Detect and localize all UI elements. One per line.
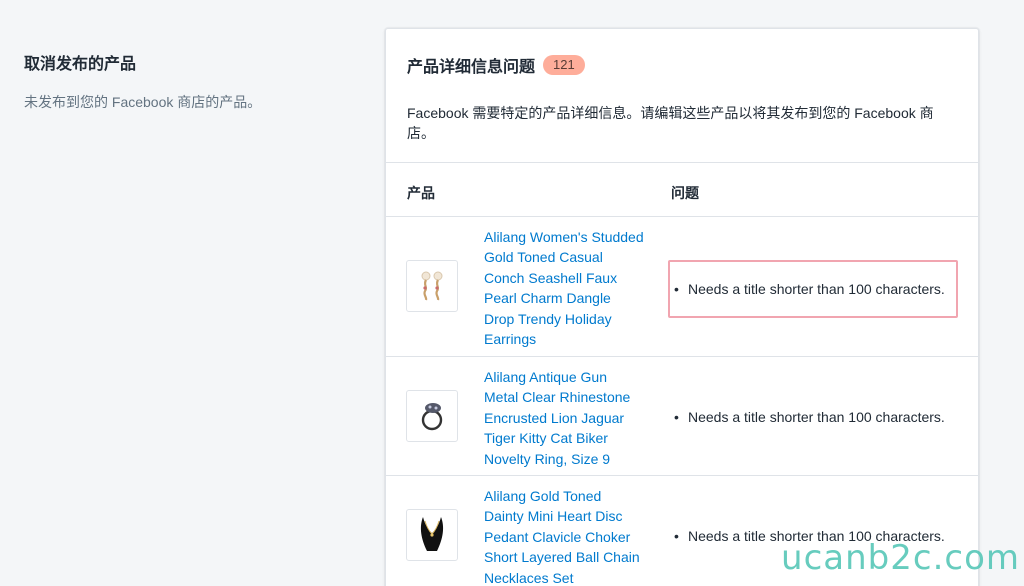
product-link[interactable]: Alilang Gold Toned Dainty Mini Heart Dis… (484, 486, 644, 586)
card-header: 产品详细信息问题 121 Facebook 需要特定的产品详细信息。请编辑这些产… (386, 29, 978, 163)
issue-text: Needs a title shorter than 100 character… (668, 388, 958, 446)
product-link[interactable]: Alilang Women's Studded Gold Toned Casua… (484, 227, 644, 349)
section-description: 未发布到您的 Facebook 商店的产品。 (24, 94, 262, 110)
watermark: ucanb2c.com (781, 538, 1020, 578)
table-row: Alilang Women's Studded Gold Toned Casua… (386, 217, 978, 357)
card-description: Facebook 需要特定的产品详细信息。请编辑这些产品以将其发布到您的 Fac… (407, 105, 934, 141)
section-info: 取消发布的产品 未发布到您的 Facebook 商店的产品。 (24, 50, 324, 112)
table-row: Alilang Antique Gun Metal Clear Rhinesto… (386, 357, 978, 476)
column-header-issue: 问题 (671, 185, 699, 201)
ring-thumbnail-icon[interactable] (406, 390, 458, 442)
issue-text-highlighted: Needs a title shorter than 100 character… (668, 260, 958, 318)
card-title: 产品详细信息问题 (407, 59, 536, 76)
card-title-row: 产品详细信息问题 121 (407, 53, 958, 77)
table-header: 产品 问题 (386, 163, 978, 217)
column-header-product: 产品 (407, 185, 435, 201)
section-title: 取消发布的产品 (24, 56, 137, 73)
necklace-thumbnail-icon[interactable] (406, 509, 458, 561)
product-link[interactable]: Alilang Antique Gun Metal Clear Rhinesto… (484, 367, 644, 469)
product-issues-card: 产品详细信息问题 121 Facebook 需要特定的产品详细信息。请编辑这些产… (385, 28, 979, 586)
earrings-thumbnail-icon[interactable] (406, 260, 458, 312)
issue-count-badge: 121 (543, 55, 585, 75)
